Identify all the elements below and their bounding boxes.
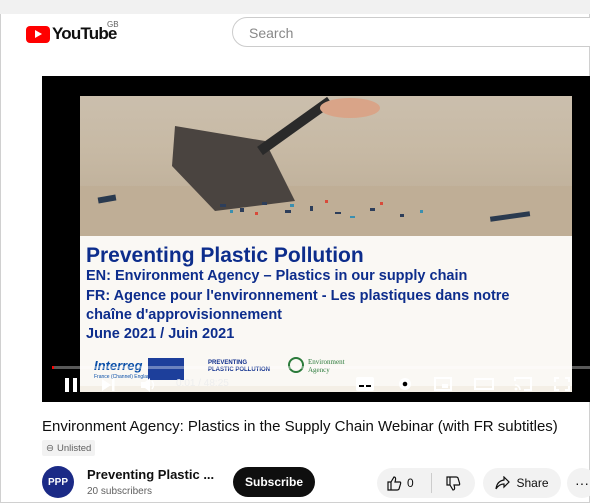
share-button[interactable]: Share [483, 468, 561, 498]
youtube-window: YouTube GB Search Preventing Plastic Pol… [0, 0, 590, 503]
slide-line-fr: FR: Agence pour l'environnement - Les pl… [86, 288, 510, 304]
time-display: 0:01 / 48:25 [176, 378, 229, 389]
slide-line-en: EN: Environment Agency – Plastics in our… [86, 268, 468, 284]
more-icon: ··· [575, 475, 589, 491]
play-icon[interactable] [64, 377, 78, 397]
subtitles-icon[interactable] [356, 377, 374, 395]
like-icon [387, 475, 402, 491]
dislike-icon [446, 475, 461, 491]
share-label: Share [516, 476, 549, 490]
slide-line-date: June 2021 / Juin 2021 [86, 326, 235, 342]
search-input[interactable] [247, 24, 551, 42]
next-icon[interactable] [100, 377, 116, 397]
beach-photo [80, 96, 572, 236]
like-button[interactable]: 0 [377, 473, 432, 493]
subscriber-count: 20 subscribers [87, 486, 153, 497]
progress-fill [52, 366, 54, 369]
like-dislike-group: 0 [377, 468, 475, 498]
subscribe-button[interactable]: Subscribe [233, 467, 315, 497]
browser-top-strip [0, 0, 590, 14]
miniplayer-icon[interactable] [434, 377, 452, 395]
settings-icon[interactable] [397, 376, 413, 396]
share-icon [495, 476, 511, 490]
shovel-illustration [80, 96, 572, 236]
volume-icon[interactable] [140, 377, 158, 397]
more-actions-button[interactable]: ··· [567, 468, 590, 498]
fullscreen-icon[interactable] [554, 377, 570, 395]
cast-icon[interactable] [514, 377, 532, 395]
video-title: Environment Agency: Plastics in the Supp… [42, 418, 558, 435]
unlisted-label: Unlisted [56, 442, 92, 454]
channel-avatar[interactable]: PPP [42, 466, 74, 498]
theater-icon[interactable] [474, 377, 494, 395]
region-label: GB [107, 20, 119, 29]
progress-bar[interactable] [52, 366, 590, 369]
youtube-logo-icon [26, 25, 50, 43]
ea-logo-line1: Environment [308, 358, 345, 366]
player-controls: 0:01 / 48:25 [42, 370, 590, 402]
dislike-button[interactable] [432, 475, 461, 491]
video-player[interactable]: Preventing Plastic Pollution EN: Environ… [42, 76, 590, 402]
link-icon: ⊖ [46, 442, 54, 454]
slide-line-fr-cont: chaîne d'approvisionnement [86, 307, 283, 323]
video-frame: Preventing Plastic Pollution EN: Environ… [80, 96, 572, 392]
youtube-logo[interactable]: YouTube [26, 24, 117, 44]
unlisted-badge: ⊖ Unlisted [42, 440, 96, 456]
like-count: 0 [407, 476, 414, 490]
channel-name[interactable]: Preventing Plastic ... [87, 467, 214, 482]
search-box[interactable] [232, 17, 590, 47]
slide-title: Preventing Plastic Pollution [86, 244, 364, 267]
